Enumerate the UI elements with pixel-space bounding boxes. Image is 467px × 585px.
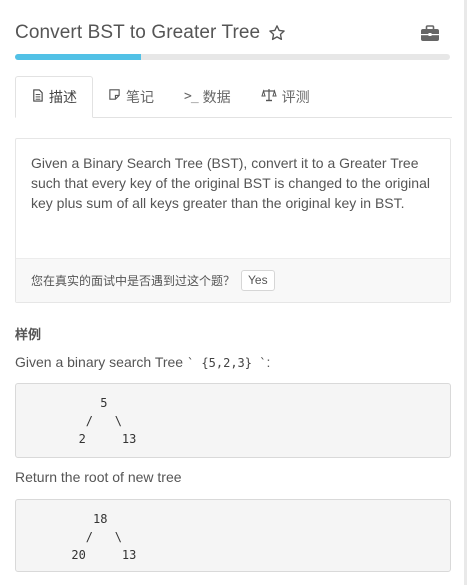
example-intro-suffix: : xyxy=(266,354,271,370)
progress-fill xyxy=(15,54,142,60)
tab-label: 评测 xyxy=(281,89,310,106)
note-icon xyxy=(108,88,121,105)
yes-button[interactable]: Yes xyxy=(241,270,275,291)
scale-icon xyxy=(260,88,277,106)
briefcase-icon[interactable] xyxy=(420,25,440,42)
input-tree-code-block: 5 / \ 2 13 xyxy=(15,383,451,458)
problem-tabs: 描述 笔记 >_ 数据 评测 xyxy=(15,76,452,118)
progress-bar xyxy=(15,54,450,60)
tab-label: 描述 xyxy=(49,90,77,106)
interview-question: 您在真实的面试中是否遇到过这个题？ xyxy=(31,274,236,288)
tab-notes[interactable]: 笔记 xyxy=(93,76,169,117)
interview-question-bar: 您在真实的面试中是否遇到过这个题？ Yes xyxy=(16,258,450,302)
page-title: Convert BST to Greater Tree xyxy=(15,22,261,43)
tab-description[interactable]: 描述 xyxy=(15,76,93,118)
problem-description-card: Given a Binary Search Tree (BST), conver… xyxy=(15,138,451,303)
problem-description: Given a Binary Search Tree (BST), conver… xyxy=(31,155,430,211)
example-heading: 样例 xyxy=(15,328,42,343)
problem-header: Convert BST to Greater Tree xyxy=(15,22,452,50)
example-intro-code: ` {5,2,3} ` xyxy=(186,356,267,370)
tab-data[interactable]: >_ 数据 xyxy=(169,76,246,117)
star-outline-icon[interactable] xyxy=(268,24,286,42)
document-icon xyxy=(31,88,44,106)
terminal-icon: >_ xyxy=(184,89,199,104)
tab-judge[interactable]: 评测 xyxy=(246,76,325,117)
example-intro-prefix: Given a binary search Tree xyxy=(15,354,187,370)
tab-label: 笔记 xyxy=(126,89,154,106)
output-tree-code-block: 18 / \ 20 13 xyxy=(15,499,451,572)
example-intro: Given a binary search Tree ` {5,2,3} `: xyxy=(15,354,270,370)
output-label: Return the root of new tree xyxy=(15,469,182,485)
tab-label: 数据 xyxy=(202,89,231,106)
